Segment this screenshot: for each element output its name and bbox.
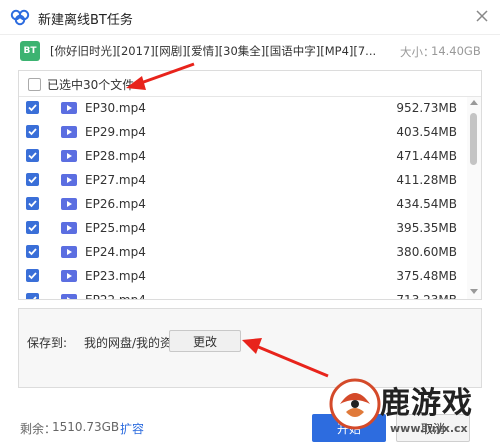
file-checkbox[interactable]	[26, 173, 39, 186]
check-icon	[28, 128, 37, 136]
file-row[interactable]: EP24.mp4 380.60MB	[19, 241, 467, 264]
file-checkbox[interactable]	[26, 245, 39, 258]
video-file-icon	[61, 102, 77, 114]
scrollbar[interactable]	[467, 97, 481, 299]
select-all-row[interactable]: 已选中30个文件	[19, 71, 481, 97]
check-icon	[28, 224, 37, 232]
file-name: EP29.mp4	[85, 125, 146, 139]
window-title: 新建离线BT任务	[38, 13, 133, 28]
torrent-header: BT [你好旧时光][2017][网剧][爱情][30集全][国语中字][MP4…	[20, 40, 481, 64]
remaining-space-value: 1510.73GB	[52, 420, 120, 434]
scrollbar-thumb[interactable]	[470, 113, 477, 165]
close-icon[interactable]	[472, 6, 492, 26]
file-row[interactable]: EP22.mp4 713.23MB	[19, 289, 467, 299]
file-checkbox[interactable]	[26, 149, 39, 162]
watermark: 鹿游戏 www.luyx.cx	[328, 374, 496, 446]
check-icon	[28, 272, 37, 280]
file-list-panel: 已选中30个文件 EP30.mp4 952.73MB EP29.mp4 403.54M…	[18, 70, 482, 300]
check-icon	[29, 296, 37, 299]
file-row[interactable]: EP25.mp4 395.35MB	[19, 217, 467, 240]
video-file-icon	[61, 270, 77, 282]
file-row[interactable]: EP27.mp4 411.28MB	[19, 169, 467, 192]
file-size: 380.60MB	[396, 245, 457, 259]
file-row[interactable]: EP29.mp4 403.54MB	[19, 121, 467, 144]
file-checkbox[interactable]	[26, 293, 39, 299]
cloud-link-icon	[10, 9, 30, 26]
size-label: 大小：	[400, 45, 435, 59]
watermark-url: www.luyx.cx	[390, 422, 468, 435]
file-row[interactable]: EP28.mp4 471.44MB	[19, 145, 467, 168]
scroll-up-arrow-icon[interactable]	[470, 100, 478, 105]
file-name: EP27.mp4	[85, 173, 146, 187]
remaining-space-label: 剩余：	[20, 422, 57, 436]
title-bar: 新建离线BT任务	[0, 0, 500, 35]
file-row[interactable]: EP23.mp4 375.48MB	[19, 265, 467, 288]
check-icon	[28, 104, 37, 112]
scroll-down-arrow-icon[interactable]	[470, 289, 478, 294]
file-size: 411.28MB	[396, 173, 457, 187]
file-list: EP30.mp4 952.73MB EP29.mp4 403.54MB EP28.mp4…	[19, 97, 467, 299]
file-checkbox[interactable]	[26, 221, 39, 234]
file-checkbox[interactable]	[26, 269, 39, 282]
check-icon	[28, 248, 37, 256]
file-row[interactable]: EP26.mp4 434.54MB	[19, 193, 467, 216]
change-location-button[interactable]: 更改	[169, 330, 241, 352]
file-name: EP24.mp4	[85, 245, 146, 259]
file-checkbox[interactable]	[26, 197, 39, 210]
video-file-icon	[61, 198, 77, 210]
deer-logo-icon	[329, 378, 381, 430]
file-row[interactable]: EP30.mp4 952.73MB	[19, 97, 467, 120]
check-icon	[28, 152, 37, 160]
video-file-icon	[61, 294, 77, 299]
bt-file-icon: BT	[20, 41, 40, 61]
file-name: EP22.mp4	[85, 293, 146, 299]
video-file-icon	[61, 126, 77, 138]
file-name: EP26.mp4	[85, 197, 146, 211]
expand-storage-link[interactable]: 扩容	[120, 420, 144, 437]
file-name: EP25.mp4	[85, 221, 146, 235]
video-file-icon	[61, 174, 77, 186]
watermark-title: 鹿游戏	[380, 386, 473, 421]
file-checkbox[interactable]	[26, 101, 39, 114]
file-size: 713.23MB	[359, 293, 457, 299]
file-size: 952.73MB	[396, 101, 457, 115]
file-size: 375.48MB	[396, 269, 457, 283]
video-file-icon	[61, 222, 77, 234]
size-value: 14.40GB	[431, 44, 481, 58]
file-size: 434.54MB	[396, 197, 457, 211]
file-size: 471.44MB	[396, 149, 457, 163]
check-icon	[28, 176, 37, 184]
select-all-label: 已选中30个文件	[47, 78, 135, 92]
select-all-checkbox[interactable]	[28, 78, 41, 91]
video-file-icon	[61, 246, 77, 258]
check-icon	[28, 200, 37, 208]
save-to-label: 保存到:	[27, 336, 68, 350]
video-file-icon	[61, 150, 77, 162]
file-name: EP30.mp4	[85, 101, 146, 115]
file-name: EP28.mp4	[85, 149, 146, 163]
torrent-name: [你好旧时光][2017][网剧][爱情][30集全][国语中字][MP4][7…	[50, 44, 377, 58]
file-size: 403.54MB	[396, 125, 457, 139]
file-name: EP23.mp4	[85, 269, 146, 283]
file-checkbox[interactable]	[26, 125, 39, 138]
file-size: 395.35MB	[396, 221, 457, 235]
